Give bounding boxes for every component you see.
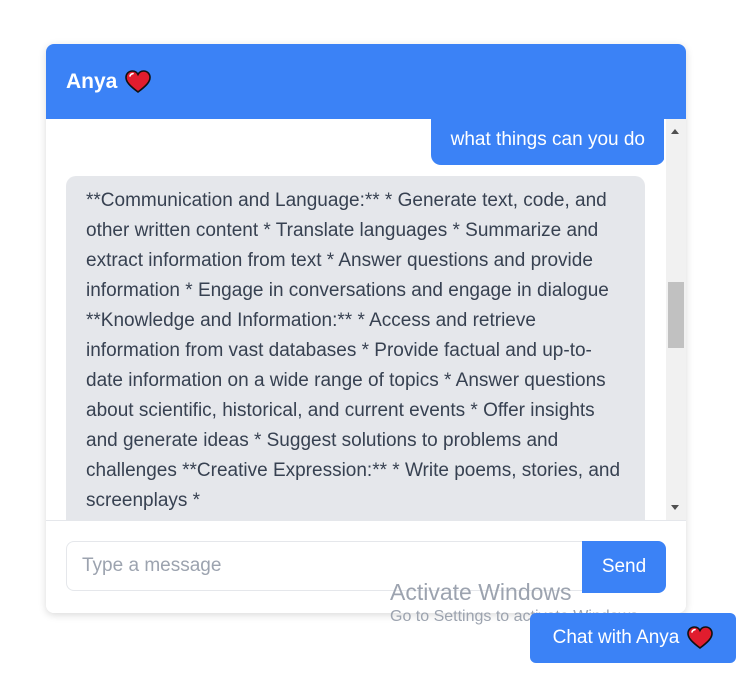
scroll-down-arrow-icon[interactable] — [671, 505, 679, 510]
message-list[interactable]: what things can you do **Communication a… — [46, 119, 664, 520]
heart-icon — [687, 626, 714, 650]
user-message: what things can you do — [430, 119, 664, 165]
composer: Send — [46, 520, 686, 613]
message-scrollbar[interactable] — [666, 119, 686, 520]
chat-window: Anya what things can you do **Communicat… — [46, 44, 686, 613]
chat-launcher-button[interactable]: Chat with Anya — [530, 613, 736, 663]
chat-title: Anya — [66, 69, 152, 94]
message-input[interactable] — [66, 541, 582, 591]
chat-header: Anya — [46, 44, 686, 119]
scroll-thumb[interactable] — [668, 282, 684, 348]
scroll-up-arrow-icon[interactable] — [671, 129, 679, 134]
heart-icon — [125, 69, 152, 94]
bot-message: **Communication and Language:** * Genera… — [66, 176, 645, 520]
chat-title-text: Anya — [66, 69, 118, 93]
chat-launcher-label: Chat with Anya — [552, 627, 680, 648]
send-button[interactable]: Send — [582, 541, 666, 593]
